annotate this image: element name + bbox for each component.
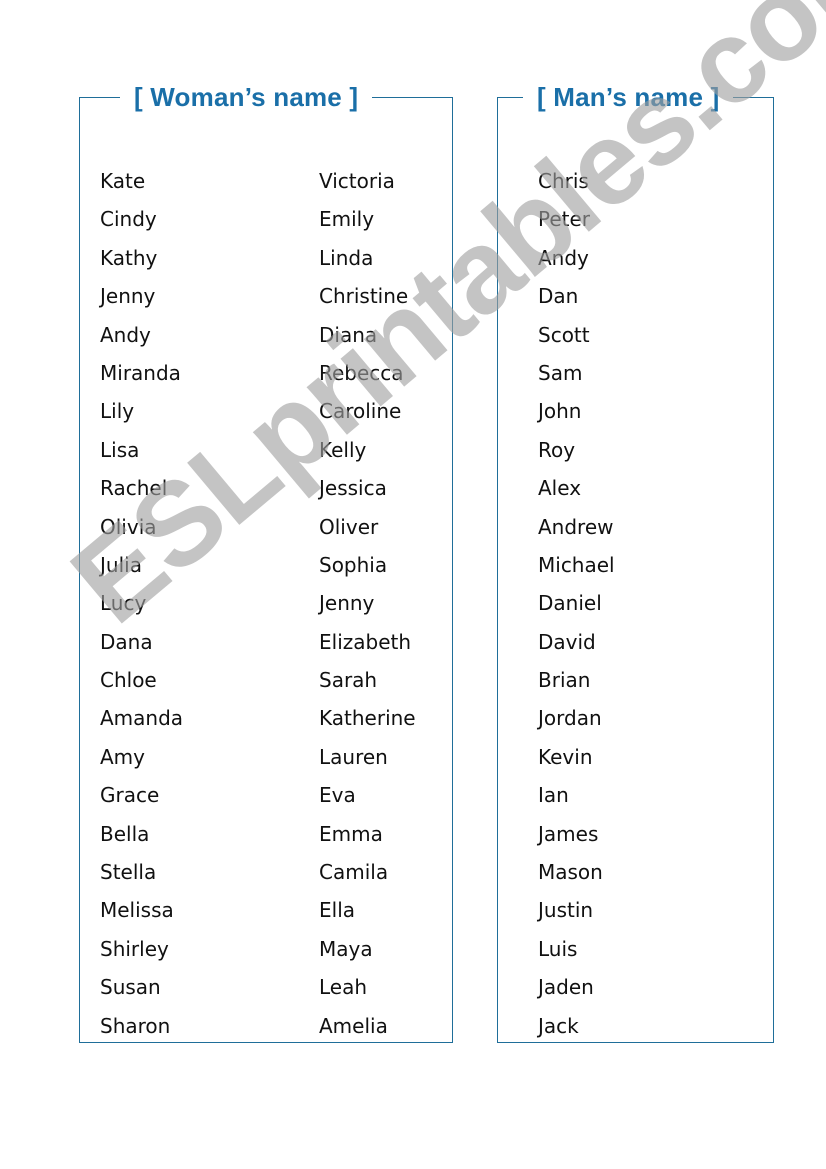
name-item: Jessica [319,476,387,501]
woman-names-column-1: Kate Cindy Kathy Jenny Andy Miranda Lily Lisa Ra… [100,162,183,1045]
name-item: Olivia [100,514,157,539]
name-item: Linda [319,245,374,270]
name-item: Amelia [319,1013,388,1038]
name-item: Lily [100,399,135,424]
name-item: Cindy [100,207,157,232]
name-item: Amanda [100,706,184,731]
name-item: Ian [538,783,569,808]
name-item: Mason [538,860,603,885]
name-item: Sharon [100,1013,171,1038]
name-item: Miranda [100,360,181,385]
woman-names-box: [ Woman’s name ] Kate Cindy Kathy Jenny Andy… [79,78,453,1045]
name-item: Elizabeth [319,629,412,654]
name-item: Eva [319,783,356,808]
name-item: Brian [538,668,591,693]
name-item: Lauren [319,744,388,769]
name-item: Victoria [319,169,395,193]
name-item: Kevin [538,744,593,769]
name-item: Ella [319,898,356,923]
name-item: Emily [319,207,375,232]
name-item: Katherine [319,706,416,731]
name-item: Dan [538,284,579,309]
name-item: Grace [100,783,160,808]
name-item: Caroline [319,399,402,424]
name-item: Jaden [538,975,594,1000]
woman-names-title: [ Woman’s name ] [120,78,373,116]
name-item: Jordan [538,706,602,731]
name-item: Scott [538,322,590,347]
name-item: Amy [100,744,145,769]
name-item: Daniel [538,591,602,616]
name-item: Bella [100,821,150,846]
name-item: James [538,821,599,846]
name-item: David [538,629,596,654]
name-item: Rebecca [319,360,404,385]
name-item: Maya [319,936,373,961]
name-item: Andrew [538,514,614,539]
name-item: Sophia [319,552,388,577]
woman-names-column-2: Victoria Emily Linda Christine Diana Rebecca C… [319,162,416,1045]
name-item: Stella [100,860,157,885]
name-item: Melissa [100,898,174,923]
name-item: Kate [100,169,146,193]
man-names-title: [ Man’s name ] [523,78,734,116]
name-item: Dana [100,629,153,654]
name-item: Jenny [100,284,156,309]
name-item: Lisa [100,437,140,462]
name-item: Alex [538,476,582,501]
name-item: Lucy [100,591,147,616]
name-item: Michael [538,552,615,577]
man-names-box: [ Man’s name ] Chris Peter Andy Dan Scott Sam… [497,78,774,1045]
name-item: Chloe [100,668,157,693]
name-item: Shirley [100,936,169,961]
name-item: Andy [100,322,151,347]
name-item: Christine [319,284,409,309]
name-item: Chris [538,169,589,193]
name-item: Emma [319,821,383,846]
name-item: Susan [100,975,161,1000]
name-item: Diana [319,322,378,347]
name-item: Andy [538,245,589,270]
name-item: Justin [538,898,594,923]
name-item: Rachel [100,476,168,501]
name-item: John [538,399,582,424]
name-item: Sarah [319,668,378,693]
name-item: Kathy [100,245,158,270]
name-item: Kelly [319,437,367,462]
name-item: Jack [538,1013,579,1038]
name-item: Oliver [319,514,379,539]
name-item: Camila [319,860,389,885]
name-item: Roy [538,437,576,462]
name-item: Julia [100,552,142,577]
name-item: Luis [538,936,578,961]
name-item: Leah [319,975,368,1000]
name-item: Jenny [319,591,375,616]
name-item: Peter [538,207,591,232]
man-names-column: Chris Peter Andy Dan Scott Sam John Roy Alex Andr… [538,162,615,1045]
name-item: Sam [538,360,583,385]
